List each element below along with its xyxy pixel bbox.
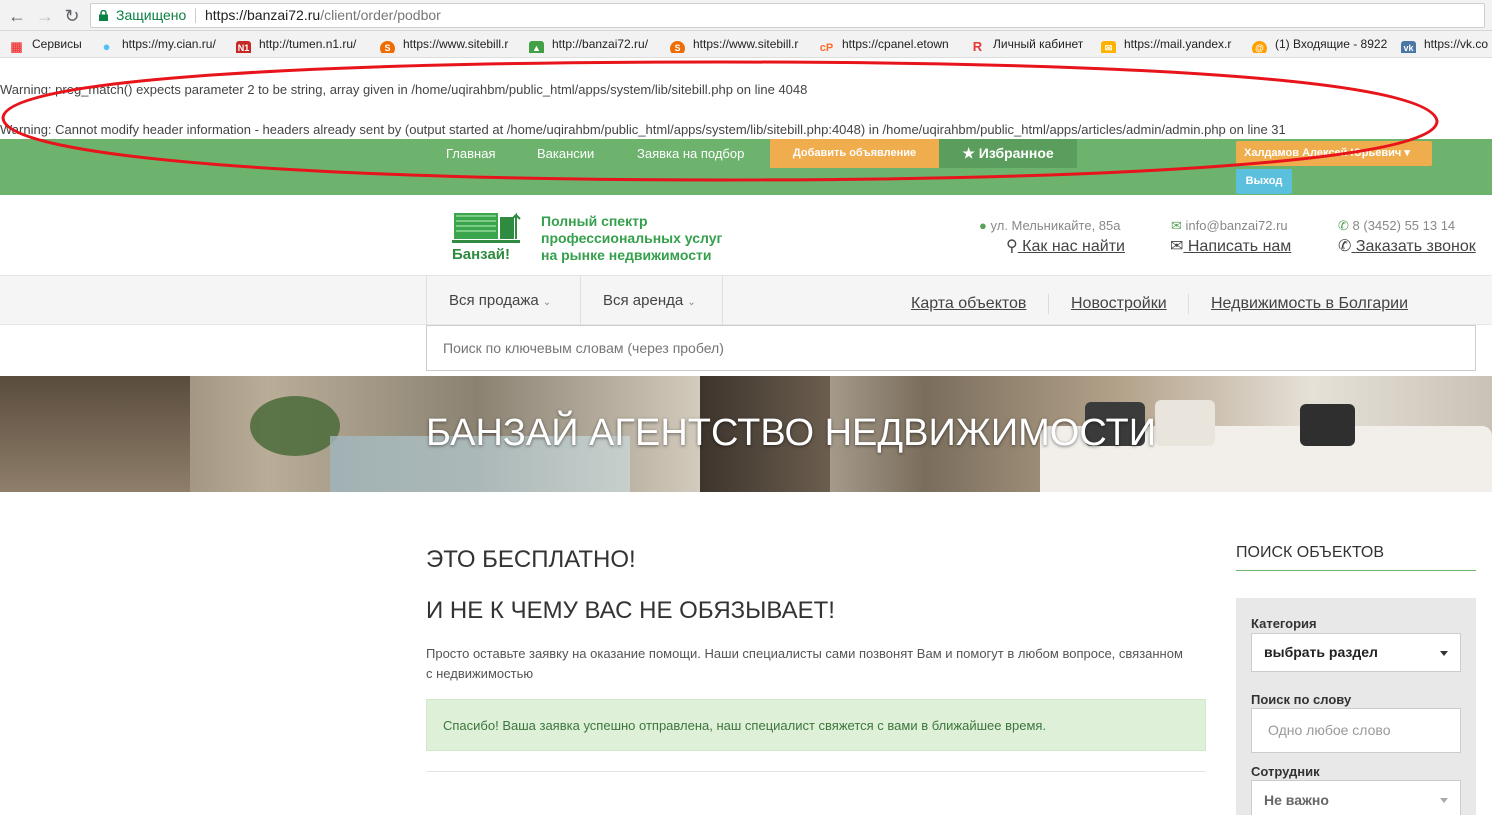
chevron-down-icon: ⌄	[542, 297, 552, 308]
chevron-down-icon: ⌄	[687, 297, 696, 308]
nav-divider	[1188, 294, 1189, 314]
caret-down-icon: ▾	[1404, 147, 1410, 159]
banzai-site-icon: ▲	[529, 41, 544, 53]
bookmark-item[interactable]: Shttps://www.sitebill.r	[380, 36, 518, 53]
bookmark-item[interactable]: ✉ https://mail.yandex.r	[1101, 36, 1241, 53]
word-search-label: Поиск по слову	[1251, 692, 1352, 707]
bulgaria-link[interactable]: Недвижимость в Болгарии	[1211, 295, 1408, 313]
object-search-panel: Категория выбрать раздел Поиск по слову …	[1236, 598, 1476, 815]
bookmark-item[interactable]: R Личный кабинет	[970, 36, 1096, 53]
divider	[426, 771, 1206, 772]
hero-cushion	[1300, 404, 1355, 446]
inbox-icon: @	[1252, 41, 1267, 53]
nav-divider	[1048, 294, 1049, 314]
employee-label: Сотрудник	[1251, 764, 1320, 779]
cpanel-icon: cP	[819, 42, 834, 53]
php-warning: Warning: Cannot modify header informatio…	[0, 122, 1286, 137]
all-sale-dropdown[interactable]: Вся продажа ⌄	[426, 276, 580, 325]
all-rent-dropdown[interactable]: Вся аренда ⌄	[580, 276, 723, 325]
reload-icon[interactable]: ↻	[61, 5, 83, 27]
forward-arrow-icon[interactable]: →	[34, 5, 56, 27]
phone-icon: ✆	[1338, 218, 1349, 233]
top-navigation: Главная Вакансии Заявка на подбор Добави…	[0, 139, 1492, 195]
hero-photo-left	[0, 376, 190, 492]
find-us-link[interactable]: ⚲ Как нас найти	[1006, 236, 1125, 256]
url-text[interactable]: https://banzai72.ru/client/order/podbor	[205, 4, 441, 27]
back-arrow-icon[interactable]: ←	[6, 5, 28, 27]
user-name: Халдамов Алексей Юрьевич	[1244, 147, 1402, 159]
logout-button[interactable]: Выход	[1236, 169, 1292, 194]
apps-grid-icon: ▦	[10, 39, 23, 53]
intro-text: Просто оставьте заявку на оказание помощ…	[426, 646, 1183, 681]
category-label: Категория	[1251, 616, 1317, 631]
no-obligation-heading: И НЕ К ЧЕМУ ВАС НЕ ОБЯЗЫВАЕТ!	[426, 597, 835, 624]
favorites-label: Избранное	[978, 145, 1054, 161]
hero-cushion	[1155, 400, 1215, 446]
user-menu-button[interactable]: Халдамов Алексей Юрьевич ▾	[1236, 141, 1432, 166]
url-host: https://banzai72.ru	[205, 7, 321, 23]
email: ✉ info@banzai72.ru	[1171, 218, 1288, 233]
keyword-search-input[interactable]	[426, 325, 1476, 371]
address: ● ул. Мельникайте, 85а	[979, 218, 1121, 233]
secure-label: Защищено	[116, 7, 187, 23]
nav-vacancies-link[interactable]: Вакансии	[537, 146, 594, 161]
hero-plant	[250, 396, 340, 456]
word-search-input[interactable]: Одно любое слово	[1251, 708, 1461, 753]
search-icon: ⚲	[1006, 238, 1018, 255]
write-us-link[interactable]: ✉ Написать нам	[1170, 236, 1291, 256]
envelope-icon: ✉	[1171, 218, 1182, 233]
sidebar-title: ПОИСК ОБЪЕКТОВ	[1236, 544, 1385, 561]
address-bar[interactable]: Защищено https://banzai72.ru/client/orde…	[90, 3, 1485, 28]
nav-home-link[interactable]: Главная	[446, 146, 495, 161]
logo-text: Банзай!	[452, 246, 510, 263]
bookmark-item[interactable]: @ (1) Входящие - 8922	[1252, 36, 1394, 53]
caret-down-icon	[1440, 651, 1448, 656]
sitebill-icon: S	[380, 41, 395, 53]
tagline: Полный спектр профессиональных услуг на …	[541, 213, 723, 263]
bookmark-item[interactable]: ▦ Сервисы	[9, 36, 81, 53]
hero-title: БАНЗАЙ АГЕНТСТВО НЕДВИЖИМОСТИ	[426, 412, 1157, 454]
success-alert: Спасибо! Ваша заявка успешно отправлена,…	[426, 699, 1206, 751]
star-icon: ★	[962, 145, 975, 161]
order-call-link[interactable]: ✆ Заказать звонок	[1338, 236, 1476, 256]
bookmarks-bar: ▦ Сервисы ● https://my.cian.ru/ N1 http://t…	[0, 31, 1492, 58]
caret-down-icon	[1440, 798, 1448, 803]
bookmark-item[interactable]: N1 http://tumen.n1.ru/	[236, 36, 374, 53]
php-warning: Warning: preg_match() expects parameter …	[0, 82, 808, 97]
vk-icon: vk	[1401, 41, 1416, 53]
category-select[interactable]: выбрать раздел	[1251, 633, 1461, 672]
bookmark-item[interactable]: vk https://vk.co	[1401, 36, 1492, 53]
employee-select[interactable]: Не важно	[1251, 780, 1461, 815]
phone: ✆ 8 (3452) 55 13 14	[1338, 218, 1456, 233]
bookmark-item[interactable]: Shttps://www.sitebill.r	[670, 36, 808, 53]
hero-banner: БАНЗАЙ АГЕНТСТВО НЕДВИЖИМОСТИ	[0, 376, 1492, 492]
n1-icon: N1	[236, 41, 251, 53]
url-path: /client/order/podbor	[320, 7, 441, 23]
phone-icon: ✆	[1338, 238, 1352, 255]
free-heading: ЭТО БЕСПЛАТНО!	[426, 546, 636, 573]
bookmark-item[interactable]: ● https://my.cian.ru/	[99, 36, 229, 53]
site-header: Банзай! Полный спектр профессиональных у…	[0, 195, 1492, 276]
bookmark-item[interactable]: cP https://cpanel.etown	[819, 36, 961, 53]
sidebar-title-underline	[1236, 570, 1476, 571]
lock-icon	[99, 10, 108, 21]
cian-pin-icon: ●	[102, 39, 111, 53]
browser-toolbar: ← → ↻ Защищено https://banzai72.ru/clien…	[0, 0, 1492, 31]
bookmark-item[interactable]: ▲ http://banzai72.ru/	[529, 36, 665, 53]
favorites-button[interactable]: ★ Избранное	[939, 139, 1077, 168]
add-ad-button[interactable]: Добавить объявление	[770, 139, 939, 168]
mail-envelope-icon: ✉	[1101, 41, 1116, 53]
url-separator	[195, 8, 196, 23]
yandex-r-icon: R	[972, 39, 983, 53]
secondary-navigation: Вся продажа ⌄ Вся аренда ⌄ Карта объекто…	[0, 276, 1492, 325]
new-buildings-link[interactable]: Новостройки	[1071, 295, 1167, 313]
sitebill-icon: S	[670, 41, 685, 53]
envelope-icon: ✉	[1170, 238, 1184, 255]
banzai-logo[interactable]: Банзай!	[450, 209, 522, 265]
objects-map-link[interactable]: Карта объектов	[911, 295, 1026, 313]
map-marker-icon: ●	[979, 218, 987, 233]
nav-selection-request-link[interactable]: Заявка на подбор	[637, 146, 744, 161]
